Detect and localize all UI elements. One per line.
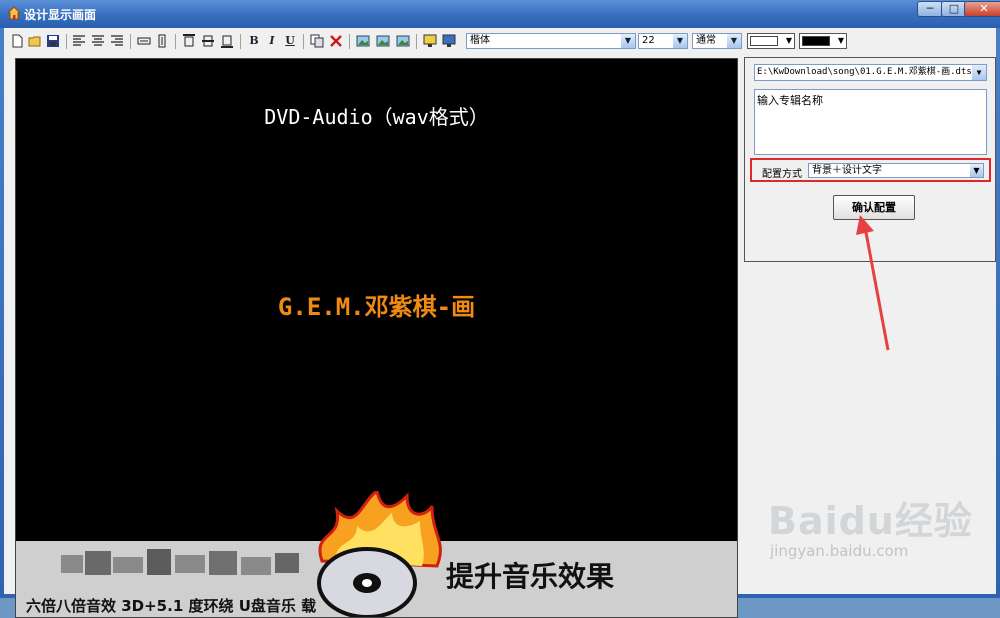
artist-title-text[interactable]: G.E.M.邓紫棋-画	[16, 287, 737, 322]
font-style-select[interactable]: 通常 ▼	[692, 33, 742, 49]
align-middle-icon[interactable]	[201, 34, 215, 48]
app-window: 设计显示画面 ─ □ ✕ B I U 楷体 ▼ 22 ▼ 通常 ▼ ▼ ▼ DV…	[0, 0, 1000, 618]
toolbar-separator	[416, 34, 417, 49]
bold-button[interactable]: B	[247, 34, 261, 48]
delete-icon[interactable]	[329, 34, 343, 48]
file-path-select[interactable]: E:\KwDownload\song\01.G.E.M.邓紫棋-画.dts ▼	[754, 64, 987, 81]
toolbar-separator	[175, 34, 176, 49]
stretch-vertical-icon[interactable]	[155, 34, 169, 48]
stretch-horizontal-icon[interactable]	[137, 34, 151, 48]
config-mode-highlight: 配置方式 背景＋设计文字 ▼	[750, 158, 991, 182]
display-icon[interactable]	[423, 34, 437, 48]
monitor-icon[interactable]	[442, 34, 456, 48]
font-family-select[interactable]: 楷体 ▼	[466, 33, 636, 49]
config-mode-select[interactable]: 背景＋设计文字 ▼	[808, 163, 984, 178]
banner-subtext: 六倍八倍音效 3D+5.1 度环绕 U盘音乐 载	[26, 597, 317, 615]
image-icon[interactable]	[376, 34, 390, 48]
design-canvas[interactable]: DVD-Audio（wav格式） G.E.M.邓紫棋-画 提升音乐效果 六倍八倍…	[15, 58, 738, 618]
pixelated-area	[61, 547, 301, 579]
banner-heading: 提升音乐效果	[446, 560, 615, 593]
album-title-text[interactable]: DVD-Audio（wav格式）	[16, 101, 737, 130]
toolbar-separator	[130, 34, 131, 49]
copy-icon[interactable]	[310, 34, 324, 48]
toolbar-separator	[349, 34, 350, 49]
close-button[interactable]: ✕	[964, 1, 1000, 17]
save-icon[interactable]	[46, 34, 60, 48]
chevron-down-icon: ▼	[970, 164, 983, 177]
italic-button[interactable]: I	[265, 34, 279, 48]
chevron-down-icon: ▼	[785, 36, 792, 45]
align-top-icon[interactable]	[182, 34, 196, 48]
chevron-down-icon: ▼	[673, 34, 687, 48]
chevron-down-icon: ▼	[727, 34, 741, 48]
fore-color-swatch	[750, 36, 778, 46]
font-size-value: 22	[642, 35, 655, 46]
watermark-url: jingyan.baidu.com	[770, 542, 909, 560]
fore-color-picker[interactable]: ▼	[747, 33, 795, 49]
image-icon[interactable]	[356, 34, 370, 48]
toolbar-separator	[66, 34, 67, 49]
align-bottom-icon[interactable]	[220, 34, 234, 48]
chevron-down-icon: ▼	[621, 34, 635, 48]
minimize-button[interactable]: ─	[917, 1, 943, 17]
ad-banner-image: 提升音乐效果 六倍八倍音效 3D+5.1 度环绕 U盘音乐 载	[16, 491, 737, 617]
font-style-value: 通常	[696, 35, 716, 46]
toolbar-separator	[303, 34, 304, 49]
align-right-icon[interactable]	[110, 34, 124, 48]
app-icon	[7, 6, 21, 20]
title-bar: 设计显示画面 ─ □ ✕	[0, 0, 1000, 28]
disc-flame-logo	[317, 491, 442, 617]
align-center-icon[interactable]	[91, 34, 105, 48]
chevron-down-icon: ▼	[972, 65, 986, 80]
back-color-swatch	[802, 36, 830, 46]
underline-button[interactable]: U	[283, 34, 297, 48]
config-mode-value: 背景＋设计文字	[812, 165, 882, 176]
watermark-logo: Baidu经验	[768, 499, 973, 543]
chevron-down-icon: ▼	[837, 36, 844, 45]
file-path-value: E:\KwDownload\song\01.G.E.M.邓紫棋-画.dts	[757, 67, 972, 77]
toolbar: B I U 楷体 ▼ 22 ▼ 通常 ▼ ▼ ▼	[4, 28, 996, 54]
back-color-picker[interactable]: ▼	[799, 33, 847, 49]
album-name-input[interactable]: 输入专辑名称	[754, 89, 987, 155]
toolbar-separator	[240, 34, 241, 49]
align-left-icon[interactable]	[72, 34, 86, 48]
image-icon[interactable]	[396, 34, 410, 48]
open-folder-icon[interactable]	[28, 34, 42, 48]
new-file-icon[interactable]	[10, 34, 24, 48]
window-title: 设计显示画面	[24, 8, 97, 22]
annotation-arrow	[856, 215, 890, 351]
baidu-watermark: Baidu经验 jingyan.baidu.com	[768, 490, 978, 570]
config-mode-label: 配置方式	[762, 169, 802, 180]
font-size-select[interactable]: 22 ▼	[638, 33, 688, 49]
font-family-value: 楷体	[470, 35, 490, 46]
